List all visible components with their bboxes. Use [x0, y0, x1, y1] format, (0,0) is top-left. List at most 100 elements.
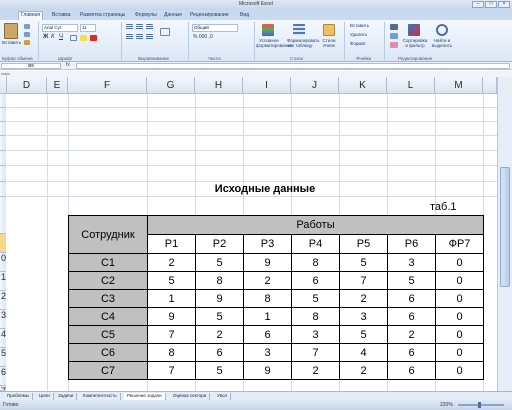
cell-styles-icon[interactable] [323, 24, 335, 36]
fx-icon[interactable]: fx [66, 62, 70, 68]
value-cell[interactable]: 0 [435, 271, 484, 290]
column-header-j[interactable]: J [291, 77, 339, 94]
work-col-header[interactable]: Р2 [195, 234, 244, 254]
value-cell[interactable]: 0 [435, 343, 484, 362]
value-cell[interactable]: 5 [339, 253, 388, 272]
value-cell[interactable]: 0 [435, 289, 484, 308]
find-select-button[interactable]: Найти и выделить [430, 38, 454, 48]
align-right-icon[interactable] [146, 34, 153, 40]
work-col-header[interactable]: Р4 [291, 234, 340, 254]
value-cell[interactable]: 2 [387, 325, 436, 344]
row-header[interactable] [0, 108, 6, 122]
value-cell[interactable]: 0 [435, 361, 484, 380]
employee-name-cell[interactable]: С3 [68, 289, 148, 308]
value-cell[interactable]: 6 [195, 343, 244, 362]
font-size-select[interactable]: 11 [80, 24, 96, 32]
value-cell[interactable]: 8 [243, 289, 292, 308]
sheet-tab[interactable]: Проблемы [4, 393, 34, 400]
number-format-select[interactable]: Общий [192, 24, 238, 32]
sheet-tab-active[interactable]: Решение задачи [124, 393, 166, 400]
work-col-header[interactable]: Р3 [243, 234, 292, 254]
italic-button[interactable]: К [51, 34, 55, 40]
value-cell[interactable]: 3 [291, 325, 340, 344]
value-cell[interactable]: 6 [387, 343, 436, 362]
delete-cells-button[interactable]: Удалить [350, 32, 367, 37]
align-left-icon[interactable] [126, 34, 133, 40]
employee-name-cell[interactable]: С2 [68, 271, 148, 290]
value-cell[interactable]: 0 [435, 253, 484, 272]
align-center-icon[interactable] [136, 34, 143, 40]
value-cell[interactable]: 6 [387, 307, 436, 326]
column-header-g[interactable]: G [147, 77, 195, 94]
column-header-f[interactable]: F [68, 77, 147, 94]
value-cell[interactable]: 9 [243, 253, 292, 272]
value-cell[interactable]: 9 [147, 307, 196, 326]
value-cell[interactable]: 5 [195, 253, 244, 272]
underline-button[interactable]: Ч [59, 34, 63, 40]
zoom-level[interactable]: 220% [440, 402, 453, 408]
value-cell[interactable]: 7 [291, 343, 340, 362]
clear-icon[interactable] [390, 42, 398, 48]
value-cell[interactable]: 6 [387, 361, 436, 380]
sheet-tab[interactable]: Оценка сектора [170, 393, 211, 400]
tab-formulas[interactable]: Формулы [135, 12, 157, 18]
column-header-e[interactable]: E [47, 77, 68, 94]
value-cell[interactable]: 3 [387, 253, 436, 272]
value-cell[interactable]: 8 [291, 307, 340, 326]
row-header[interactable] [0, 151, 6, 166]
row-header[interactable] [0, 122, 6, 136]
scroll-thumb[interactable] [500, 167, 510, 287]
align-bottom-icon[interactable] [146, 24, 153, 30]
maximize-icon[interactable]: □ [485, 1, 497, 8]
value-cell[interactable]: 1 [243, 307, 292, 326]
value-cell[interactable]: 5 [147, 271, 196, 290]
tab-data[interactable]: Данные [164, 12, 182, 18]
select-all-corner[interactable] [0, 77, 7, 94]
zoom-slider[interactable] [458, 404, 504, 406]
format-table-button[interactable]: Форматировать как таблицу [287, 38, 320, 48]
currency-button[interactable]: % 000 ,0 [193, 34, 213, 40]
row-header[interactable]: 6 [0, 367, 6, 386]
value-cell[interactable]: 5 [195, 361, 244, 380]
fill-color-icon[interactable] [80, 35, 87, 41]
row-header[interactable]: 3 [0, 310, 6, 329]
paste-button[interactable]: Вставить [2, 40, 21, 45]
column-header-l[interactable]: L [387, 77, 435, 94]
conditional-format-icon[interactable] [262, 24, 274, 36]
value-cell[interactable]: 0 [435, 307, 484, 326]
sheet-tab[interactable]: Компетентность [80, 393, 121, 400]
value-cell[interactable]: 7 [339, 271, 388, 290]
employee-name-cell[interactable]: С1 [68, 253, 148, 272]
fill-icon[interactable] [390, 33, 398, 39]
row-header[interactable]: 5 [0, 348, 6, 367]
sheet-tab[interactable]: Задачи [55, 393, 78, 400]
row-header[interactable] [0, 182, 6, 197]
vertical-scrollbar[interactable] [497, 77, 512, 391]
font-name-select[interactable]: Arial Cyr [42, 24, 78, 32]
value-cell[interactable]: 9 [243, 361, 292, 380]
row-header[interactable]: 4 [0, 329, 6, 348]
employee-name-cell[interactable]: С7 [68, 361, 148, 380]
work-col-header[interactable]: Р5 [339, 234, 388, 254]
value-cell[interactable]: 5 [387, 271, 436, 290]
value-cell[interactable]: 4 [339, 343, 388, 362]
value-cell[interactable]: 7 [147, 361, 196, 380]
align-top-icon[interactable] [126, 24, 133, 30]
column-header-k[interactable]: K [339, 77, 387, 94]
employee-name-cell[interactable]: С5 [68, 325, 148, 344]
align-middle-icon[interactable] [136, 24, 143, 30]
conditional-format-button[interactable]: Условное форматирование [256, 38, 292, 48]
cell-styles-button[interactable]: Стили ячеек [318, 38, 340, 48]
value-cell[interactable]: 9 [195, 289, 244, 308]
value-cell[interactable]: 3 [243, 343, 292, 362]
row-header[interactable] [0, 166, 6, 182]
cut-icon[interactable] [24, 24, 30, 29]
row-header[interactable]: 0 [0, 253, 6, 272]
value-cell[interactable]: 2 [243, 271, 292, 290]
bold-button[interactable]: Ж [43, 34, 48, 40]
close-icon[interactable]: × [498, 1, 510, 8]
zoom-slider-thumb[interactable] [478, 402, 481, 408]
value-cell[interactable]: 6 [243, 325, 292, 344]
value-cell[interactable]: 1 [147, 289, 196, 308]
value-cell[interactable]: 8 [291, 253, 340, 272]
